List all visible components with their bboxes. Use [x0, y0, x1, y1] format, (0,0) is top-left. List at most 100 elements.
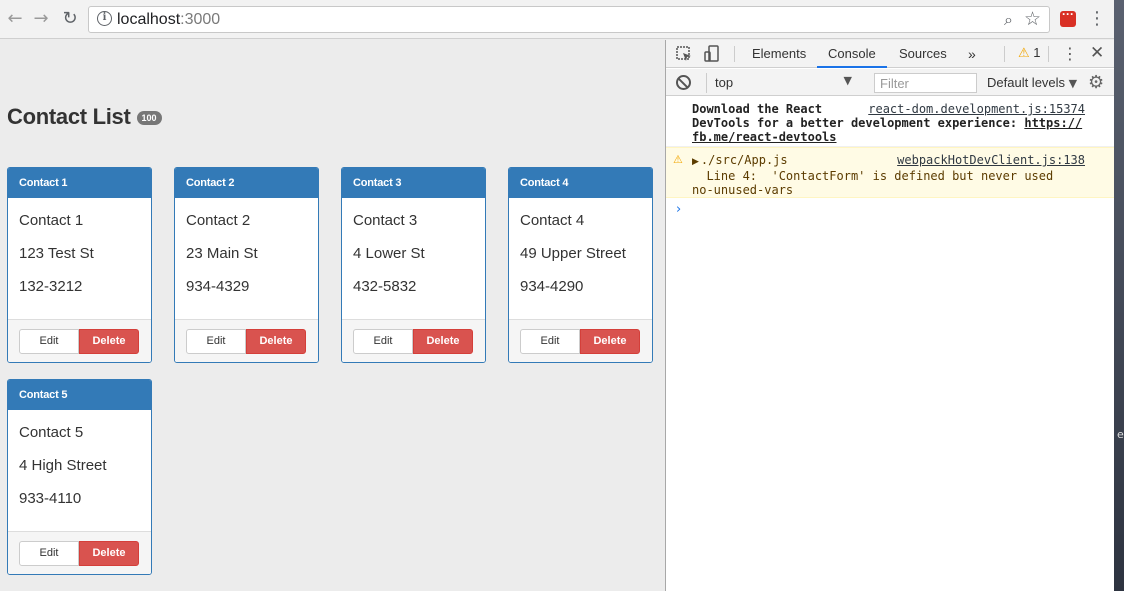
clear-console-icon[interactable]	[676, 75, 691, 90]
device-toolbar-icon[interactable]	[702, 44, 722, 64]
edit-button[interactable]: Edit	[19, 329, 79, 354]
card-body: Contact 4 49 Upper Street 934-4290	[509, 198, 652, 320]
caret-down-icon: ▼	[843, 74, 852, 87]
caret-down-icon: ▼	[1068, 77, 1078, 90]
card-header: Contact 5	[8, 380, 151, 410]
contact-phone: 432-5832	[353, 278, 417, 295]
edit-button[interactable]: Edit	[19, 541, 79, 566]
reload-icon[interactable]: ↻	[59, 8, 81, 30]
context-value: top	[715, 75, 734, 90]
contact-address: 23 Main St	[186, 245, 258, 262]
card-body: Contact 2 23 Main St 934-4329	[175, 198, 318, 320]
more-tabs-icon[interactable]: »	[968, 46, 976, 62]
console-message-warning[interactable]: ⚠ ▶ ./src/App.js Line 4: 'ContactForm' is…	[666, 147, 1115, 198]
context-select[interactable]: top ▼	[706, 73, 860, 93]
divider	[1048, 46, 1049, 62]
page-content: Contact List 100 Contact 1 Contact 1 123…	[0, 40, 664, 591]
warning-icon: ⚠	[673, 153, 683, 166]
console-prompt[interactable]: ›	[666, 198, 1115, 217]
contact-address: 49 Upper Street	[520, 245, 626, 262]
delete-button[interactable]: Delete	[413, 329, 473, 354]
edit-button[interactable]: Edit	[520, 329, 580, 354]
delete-button[interactable]: Delete	[79, 541, 139, 566]
edit-button[interactable]: Edit	[186, 329, 246, 354]
extension-icon[interactable]	[1060, 7, 1076, 27]
browser-window: ← → ↻ i localhost:3000 ⌕ ☆ ⋮ Contact Lis…	[0, 0, 1115, 591]
edit-button[interactable]: Edit	[353, 329, 413, 354]
message-line: Line 4: 'ContactForm' is defined but nev…	[692, 169, 1054, 183]
message-line: DevTools for a better development experi…	[692, 116, 1025, 130]
url-port: :3000	[180, 11, 221, 28]
source-link[interactable]: react-dom.development.js:15374	[868, 102, 1085, 116]
console-filter-bar: top ▼ Filter Default levels ▼ ⚙	[666, 69, 1115, 96]
desktop-background: e	[1114, 0, 1124, 591]
address-bar[interactable]: i localhost:3000 ⌕ ☆	[88, 6, 1050, 33]
contact-card: Contact 4 Contact 4 49 Upper Street 934-…	[508, 167, 653, 363]
filter-input[interactable]: Filter	[874, 73, 977, 93]
console-message-info: Download the React DevTools for a better…	[666, 97, 1115, 147]
contact-phone: 934-4329	[186, 278, 250, 295]
card-header: Contact 4	[509, 168, 652, 198]
browser-menu-icon[interactable]: ⋮	[1088, 8, 1106, 29]
warning-counter[interactable]: ⚠ 1	[1018, 45, 1041, 61]
devtools-tabbar: Elements Console Sources » ⚠ 1 ⋮ ✕	[666, 40, 1115, 68]
desktop-text: e	[1117, 428, 1124, 441]
contact-card: Contact 2 Contact 2 23 Main St 934-4329 …	[174, 167, 319, 363]
devtools-panel: Elements Console Sources » ⚠ 1 ⋮ ✕ top ▼ …	[665, 40, 1115, 591]
page-header: Contact List 100	[7, 104, 162, 130]
browser-toolbar: ← → ↻ i localhost:3000 ⌕ ☆ ⋮	[0, 0, 1114, 39]
devtools-menu-icon[interactable]: ⋮	[1062, 44, 1078, 63]
warning-icon: ⚠	[1018, 45, 1030, 60]
card-header: Contact 3	[342, 168, 485, 198]
tab-sources[interactable]: Sources	[899, 46, 947, 61]
devtools-link[interactable]: fb.me/react-devtools	[692, 130, 837, 144]
expand-triangle-icon[interactable]: ▶	[692, 157, 699, 167]
message-line: no-unused-vars	[692, 183, 794, 197]
info-icon[interactable]: i	[97, 11, 112, 26]
back-icon[interactable]: ←	[4, 8, 26, 30]
active-tab-indicator	[817, 66, 887, 68]
close-icon[interactable]: ✕	[1090, 43, 1104, 63]
card-footer: Edit Delete	[342, 319, 485, 362]
contact-card: Contact 3 Contact 3 4 Lower St 432-5832 …	[341, 167, 486, 363]
url-host: localhost	[117, 11, 181, 28]
bookmark-star-icon[interactable]: ☆	[1024, 8, 1041, 30]
forward-icon[interactable]: →	[30, 8, 52, 30]
card-header: Contact 1	[8, 168, 151, 198]
count-badge: 100	[136, 111, 162, 125]
delete-button[interactable]: Delete	[580, 329, 640, 354]
contact-name: Contact 3	[353, 212, 418, 229]
message-path: ./src/App.js	[700, 153, 788, 167]
contact-name: Contact 1	[19, 212, 84, 229]
delete-button[interactable]: Delete	[246, 329, 306, 354]
console-output: Download the React DevTools for a better…	[666, 97, 1115, 217]
url-text: localhost:3000	[117, 11, 220, 29]
divider	[734, 46, 735, 62]
card-body: Contact 3 4 Lower St 432-5832	[342, 198, 485, 320]
contact-phone: 132-3212	[19, 278, 83, 295]
contact-address: 123 Test St	[19, 245, 94, 262]
divider	[1004, 46, 1005, 62]
devtools-link[interactable]: https://	[1024, 116, 1082, 130]
page-title: Contact List	[7, 104, 131, 129]
warning-count: 1	[1033, 45, 1041, 60]
card-body: Contact 5 4 High Street 933-4110	[8, 410, 151, 532]
tab-elements[interactable]: Elements	[752, 46, 806, 61]
zoom-icon[interactable]: ⌕	[1004, 10, 1013, 30]
contact-name: Contact 5	[19, 424, 84, 441]
card-footer: Edit Delete	[509, 319, 652, 362]
card-footer: Edit Delete	[175, 319, 318, 362]
message-line: Download the React	[692, 102, 823, 116]
delete-button[interactable]: Delete	[79, 329, 139, 354]
contact-address: 4 High Street	[19, 457, 107, 474]
log-levels-select[interactable]: Default levels ▼	[987, 75, 1077, 90]
card-footer: Edit Delete	[8, 531, 151, 574]
settings-gear-icon[interactable]: ⚙	[1088, 72, 1104, 93]
card-body: Contact 1 123 Test St 132-3212	[8, 198, 151, 320]
tab-console[interactable]: Console	[828, 46, 876, 61]
card-header: Contact 2	[175, 168, 318, 198]
inspect-element-icon[interactable]	[674, 44, 694, 64]
contact-phone: 933-4110	[19, 490, 82, 507]
source-link[interactable]: webpackHotDevClient.js:138	[897, 153, 1085, 167]
contact-name: Contact 2	[186, 212, 251, 229]
